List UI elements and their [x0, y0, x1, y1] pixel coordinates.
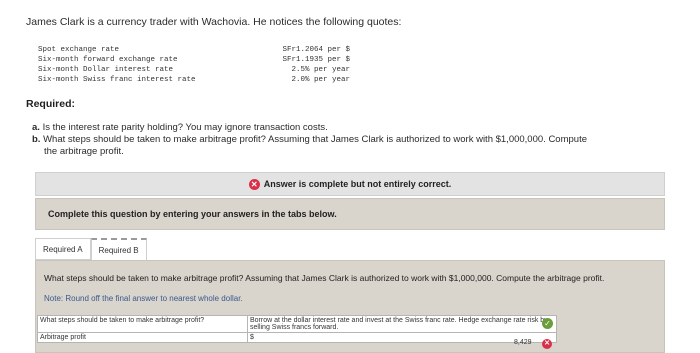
profit-input[interactable]: $	[247, 332, 557, 343]
quote-row: Six-month Swiss franc interest rate 2.0%…	[38, 75, 350, 85]
steps-answer-field[interactable]: Borrow at the dollar interest rate and i…	[247, 315, 557, 333]
quote-label: Six-month Dollar interest rate	[38, 66, 174, 74]
table-row: Arbitrage profit $	[37, 332, 557, 343]
profit-label: Arbitrage profit	[37, 332, 248, 343]
instruction-box: Complete this question by entering your …	[35, 198, 665, 230]
status-text: Answer is complete but not entirely corr…	[263, 179, 452, 189]
tab-required-a[interactable]: Required A	[35, 238, 91, 260]
incorrect-icon: ✕	[542, 339, 552, 349]
question-a-letter: a.	[32, 122, 40, 133]
required-heading: Required:	[26, 98, 76, 110]
tab-required-b[interactable]: Required B	[90, 238, 147, 260]
table-row: What steps should be taken to make arbit…	[37, 315, 557, 333]
quote-value: 2.5% per year	[291, 66, 350, 74]
steps-label: What steps should be taken to make arbit…	[37, 315, 248, 333]
intro-text: James Clark is a currency trader with Wa…	[26, 16, 402, 28]
tab-bar: Required A Required B	[35, 238, 147, 260]
answer-table: What steps should be taken to make arbit…	[37, 315, 557, 343]
quote-value: SFr1.2064 per $	[282, 46, 350, 54]
rounding-note: Note: Round off the final answer to near…	[44, 294, 243, 303]
quotes-table: Spot exchange rate SFr1.2064 per $ Six-m…	[38, 45, 350, 85]
quote-value: 2.0% per year	[291, 76, 350, 84]
question-b: b. What steps should be taken to make ar…	[32, 134, 652, 158]
quote-label: Six-month forward exchange rate	[38, 56, 178, 64]
quote-row: Spot exchange rate SFr1.2064 per $	[38, 45, 350, 55]
question-a-text: Is the interest rate parity holding? You…	[42, 122, 328, 133]
quote-value: SFr1.1935 per $	[282, 56, 350, 64]
question-b-letter: b.	[32, 134, 41, 145]
answer-status-bar: ✕ Answer is complete but not entirely co…	[35, 172, 665, 196]
question-b-continuation: the arbitrage profit.	[44, 146, 124, 157]
panel-question: What steps should be taken to make arbit…	[44, 273, 605, 283]
quote-row: Six-month Dollar interest rate 2.5% per …	[38, 65, 350, 75]
quote-label: Spot exchange rate	[38, 46, 120, 54]
profit-value: 8,429	[514, 339, 532, 346]
question-a: a. Is the interest rate parity holding? …	[32, 122, 328, 134]
quote-row: Six-month forward exchange rate SFr1.193…	[38, 55, 350, 65]
instruction-text: Complete this question by entering your …	[48, 209, 337, 219]
incorrect-icon: ✕	[248, 178, 260, 190]
question-b-text: What steps should be taken to make arbit…	[43, 134, 587, 145]
quote-label: Six-month Swiss franc interest rate	[38, 76, 196, 84]
currency-symbol: $	[250, 334, 254, 341]
correct-check-icon: ✓	[542, 318, 553, 329]
